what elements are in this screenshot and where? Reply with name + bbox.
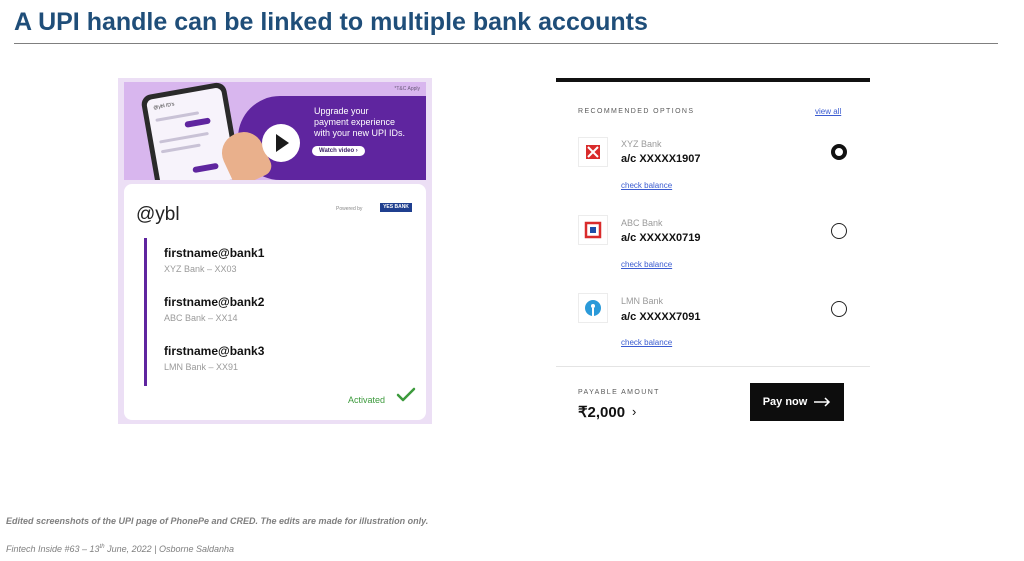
abc-bank-logo-icon	[578, 215, 608, 245]
phone-screen-title: @ybl ID's	[152, 101, 175, 112]
credit-prefix: Fintech Inside #63 – 13	[6, 544, 100, 554]
chevron-right-icon[interactable]: ›	[632, 404, 636, 419]
pay-now-label: Pay now	[762, 396, 808, 408]
upi-handle: @ybl	[136, 204, 180, 225]
pay-now-button[interactable]: Pay now	[750, 383, 844, 421]
account-item-3-name[interactable]: firstname@bank3	[164, 344, 264, 358]
powered-by-label: Powered by	[336, 206, 363, 212]
cred-top-bar	[556, 78, 870, 82]
account-item-3-bank: LMN Bank – XX91	[164, 362, 239, 372]
banner-tc: *T&C Apply	[394, 86, 420, 92]
recommended-options-label: RECOMMENDED OPTIONS	[578, 108, 695, 115]
phone-screen-button	[184, 117, 211, 128]
checkmark-icon	[396, 387, 416, 402]
option-2-account: a/c XXXXX0719	[621, 232, 701, 244]
upi-handle-card: @ybl Powered by YES BANK firstname@bank1…	[124, 184, 426, 420]
payable-amount-label: PAYABLE AMOUNT	[578, 389, 660, 396]
xyz-bank-logo-icon	[578, 137, 608, 167]
option-2-bank: ABC Bank	[621, 218, 663, 228]
option-3-bank: LMN Bank	[621, 296, 664, 306]
option-1-bank: XYZ Bank	[621, 139, 662, 149]
slide-title: A UPI handle can be linked to multiple b…	[14, 8, 648, 36]
watch-video-button[interactable]: Watch video ›	[312, 146, 365, 156]
cred-screenshot: RECOMMENDED OPTIONS view all XYZ Bank a/…	[556, 78, 870, 428]
upi-promo-banner[interactable]: @ybl ID's *T&C Apply Upgrade your paymen…	[124, 82, 426, 180]
section-divider	[556, 366, 870, 367]
play-video-icon[interactable]	[262, 124, 300, 162]
view-all-link[interactable]: view all	[815, 107, 841, 116]
phone-screen-line	[160, 143, 201, 154]
account-item-1-bank: XYZ Bank – XX03	[164, 264, 237, 274]
option-2-check-balance-link[interactable]: check balance	[621, 260, 672, 269]
phonepe-screenshot: @ybl ID's *T&C Apply Upgrade your paymen…	[118, 78, 432, 424]
credit-suffix: June, 2022 | Osborne Saldanha	[104, 544, 235, 554]
title-divider	[14, 43, 998, 44]
footnote: Edited screenshots of the UPI page of Ph…	[6, 516, 429, 526]
option-2-radio[interactable]	[831, 223, 847, 239]
lmn-bank-logo-icon	[578, 293, 608, 323]
banner-text: Upgrade your payment experience with you…	[314, 106, 406, 138]
accounts-accent-bar	[144, 238, 147, 386]
option-1-check-balance-link[interactable]: check balance	[621, 181, 672, 190]
option-3-check-balance-link[interactable]: check balance	[621, 338, 672, 347]
phone-screen-button	[192, 162, 219, 174]
yes-bank-logo-icon: YES BANK	[380, 203, 412, 212]
account-item-2-bank: ABC Bank – XX14	[164, 313, 238, 323]
credit-line: Fintech Inside #63 – 13th June, 2022 | O…	[6, 544, 234, 554]
arrow-right-icon	[814, 397, 831, 407]
phone-screen: @ybl ID's	[145, 87, 237, 180]
option-1-radio[interactable]	[831, 144, 847, 160]
account-item-1-name[interactable]: firstname@bank1	[164, 246, 264, 260]
account-item-2-name[interactable]: firstname@bank2	[164, 295, 264, 309]
option-3-radio[interactable]	[831, 301, 847, 317]
payable-amount[interactable]: ₹2,000	[578, 403, 625, 421]
phone-screen-line	[159, 131, 209, 144]
option-3-account: a/c XXXXX7091	[621, 311, 701, 323]
option-1-account: a/c XXXXX1907	[621, 153, 701, 165]
activated-status: Activated	[348, 395, 386, 405]
